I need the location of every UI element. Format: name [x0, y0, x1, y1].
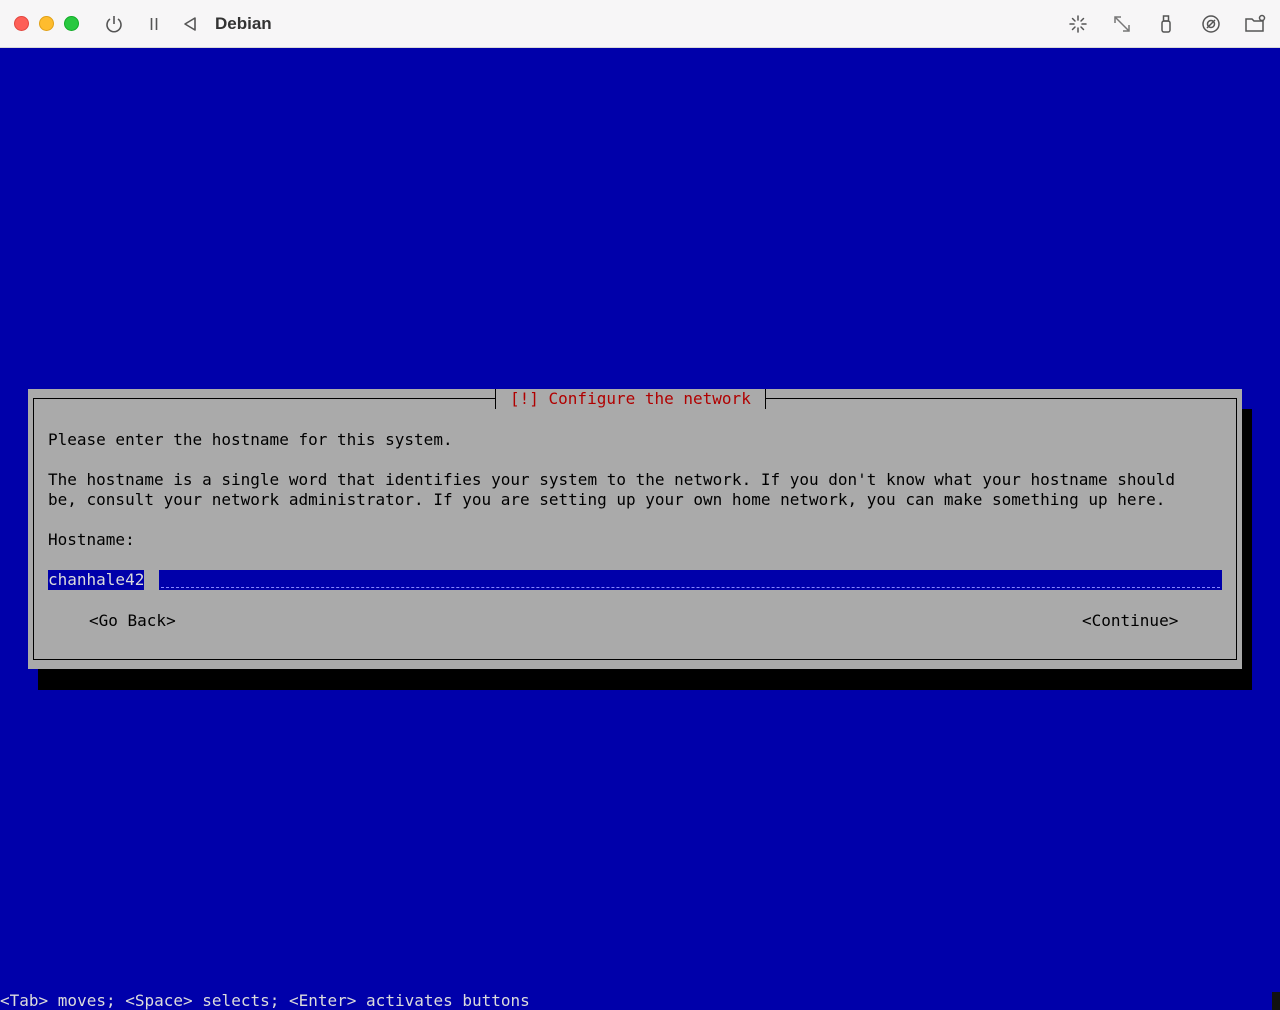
close-window-button[interactable]: [14, 16, 29, 31]
zoom-window-button[interactable]: [64, 16, 79, 31]
window-titlebar: Debian: [0, 0, 1280, 48]
vm-screen[interactable]: [!] Configure the network Please enter t…: [0, 48, 1280, 1010]
configure-network-dialog: [!] Configure the network Please enter t…: [28, 389, 1242, 669]
dialog-description-line-1: The hostname is a single word that ident…: [48, 470, 1176, 489]
dialog-description-line-2: be, consult your network administrator. …: [48, 490, 1166, 509]
capture-icon[interactable]: [1066, 12, 1090, 36]
usb-icon[interactable]: [1154, 12, 1178, 36]
resize-icon[interactable]: [1110, 12, 1134, 36]
back-icon[interactable]: [178, 12, 202, 36]
hostname-input[interactable]: chanhale42: [48, 570, 1222, 590]
hostname-input-fill[interactable]: [159, 570, 1222, 590]
hostname-label: Hostname:: [48, 530, 135, 549]
dialog-title: [!] Configure the network: [495, 389, 766, 409]
power-icon[interactable]: [102, 12, 126, 36]
go-back-button[interactable]: <Go Back>: [89, 611, 176, 631]
shared-folder-icon[interactable]: [1243, 12, 1267, 36]
audio-icon[interactable]: [1199, 12, 1223, 36]
minimize-window-button[interactable]: [39, 16, 54, 31]
hostname-value[interactable]: chanhale42: [48, 570, 145, 590]
pause-icon[interactable]: [142, 12, 166, 36]
screen-corner-block: [1272, 992, 1280, 1010]
window-title: Debian: [215, 14, 272, 33]
dialog-prompt: Please enter the hostname for this syste…: [48, 430, 453, 449]
keyboard-hint: <Tab> moves; <Space> selects; <Enter> ac…: [0, 991, 530, 1010]
continue-button[interactable]: <Continue>: [1082, 611, 1178, 631]
